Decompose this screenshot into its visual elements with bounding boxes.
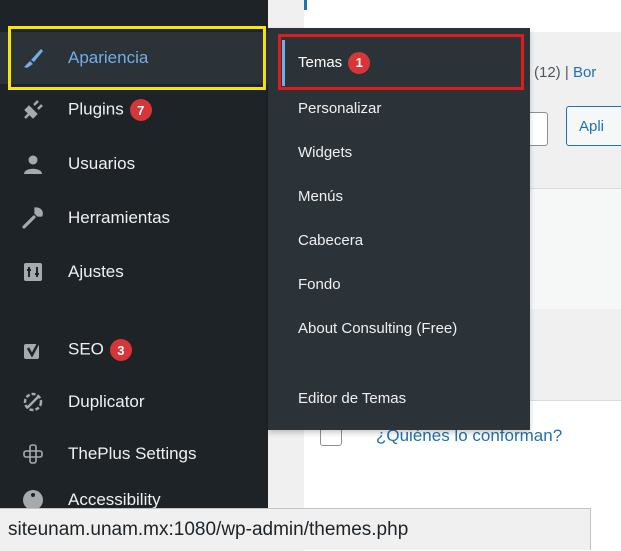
filter-links: (12) | Bor: [534, 64, 596, 81]
update-count-badge: 7: [129, 99, 152, 121]
filter-separator: |: [564, 64, 569, 81]
sidebar-item-label: Herramientas: [68, 208, 171, 227]
duplicator-icon: [20, 389, 46, 415]
sidebar-item-label: Plugins: [68, 99, 124, 119]
sidebar-item-theplus-settings[interactable]: ThePlus Settings: [0, 428, 268, 480]
link-status-bar: siteunam.unam.mx:1080/wp-admin/themes.ph…: [0, 508, 591, 550]
sidebar-item-label: Duplicator: [68, 392, 145, 411]
yoast-icon: [20, 337, 46, 363]
highlight-box-temas: [278, 34, 524, 90]
sidebar-item-ajustes[interactable]: Ajustes: [0, 246, 268, 298]
sidebar-item-label: Usuarios: [68, 154, 136, 173]
wrench-icon: [20, 205, 46, 231]
notification-badge: 3: [109, 339, 132, 361]
sidebar-item-herramientas[interactable]: Herramientas: [0, 192, 268, 244]
sidebar-item-duplicator[interactable]: Duplicator: [0, 376, 268, 428]
highlight-box-apariencia: [8, 26, 266, 90]
sidebar-item-label: SEO: [68, 339, 104, 359]
submenu-item-editor-de-temas[interactable]: Editor de Temas: [298, 388, 406, 410]
admin-sidebar: Apariencia Plugins 7 Usuarios Herramienta…: [0, 0, 268, 550]
submenu-item-widgets[interactable]: Widgets: [298, 142, 352, 164]
sidebar-item-label: ThePlus Settings: [68, 444, 197, 463]
filter-count: (12): [534, 64, 561, 81]
sidebar-item-plugins[interactable]: Plugins 7: [0, 84, 268, 136]
submenu-item-cabecera[interactable]: Cabecera: [298, 230, 363, 252]
filter-link[interactable]: Bor: [573, 64, 596, 81]
sidebar-item-label: Accessibility: [68, 490, 161, 509]
submenu-item-fondo[interactable]: Fondo: [298, 274, 341, 296]
submenu-item-about-consulting[interactable]: About Consulting (Free): [298, 318, 488, 340]
submenu-item-personalizar[interactable]: Personalizar: [298, 98, 381, 120]
sidebar-item-seo[interactable]: SEO 3: [0, 324, 268, 376]
notice-accent: [304, 0, 307, 10]
user-icon: [20, 151, 46, 177]
sidebar-item-usuarios[interactable]: Usuarios: [0, 138, 268, 190]
submenu-item-menus[interactable]: Menús: [298, 186, 343, 208]
settings-icon: [20, 259, 46, 285]
apply-button[interactable]: Apli: [566, 106, 621, 146]
plug-icon: [20, 97, 46, 123]
sidebar-item-label: Ajustes: [68, 262, 124, 281]
theplus-icon: [20, 441, 46, 467]
